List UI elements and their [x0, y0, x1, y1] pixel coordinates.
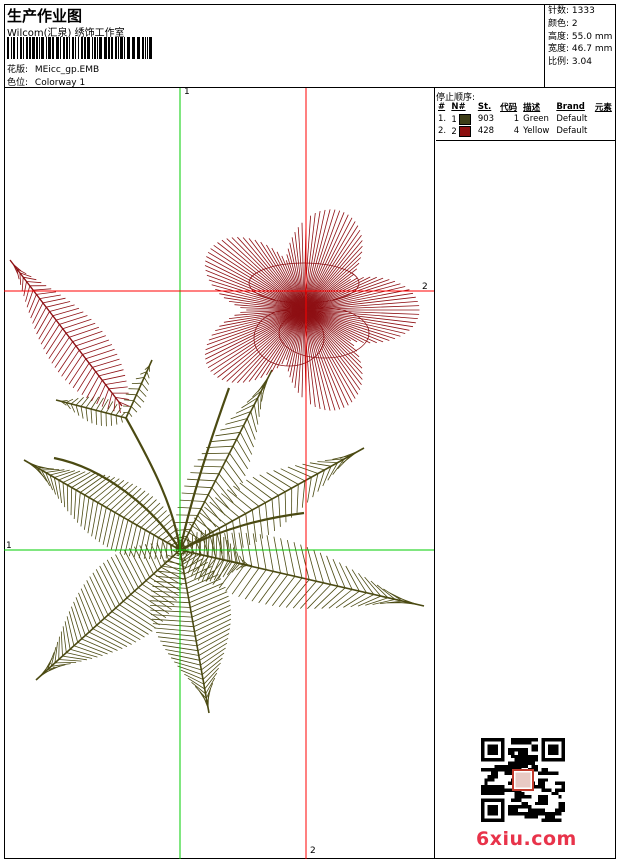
row-desc: Green — [523, 114, 549, 124]
row-desc: Yellow — [523, 126, 550, 136]
stat-colors: 颜色: 2 — [548, 18, 612, 31]
colorway-label: 色位: — [7, 78, 29, 88]
stat-value: 3.04 — [571, 57, 592, 68]
stat-value: 46.7 mm — [571, 44, 613, 55]
table-divider — [436, 140, 616, 141]
embroidery-artwork — [4, 88, 434, 859]
stat-value: 55.0 mm — [571, 31, 613, 42]
col-header: 描述 — [523, 102, 541, 113]
guide-label-v2: 2 — [310, 846, 316, 856]
col-header: St. — [477, 101, 492, 112]
stat-value: 1333 — [571, 6, 595, 16]
page-title: 生产作业图 — [7, 7, 83, 25]
site-logo: 6xiu.com — [476, 828, 577, 850]
design-line: 花版: MEicc_gp.EMB — [7, 62, 99, 75]
stat-label: 比例: — [548, 57, 570, 68]
stat-label: 宽度: — [548, 44, 570, 55]
row-n: 1 — [449, 113, 476, 125]
stat-height: 高度: 55.0 mm — [548, 31, 612, 44]
guide-label-v1: 1 — [184, 88, 190, 97]
row-element — [593, 125, 616, 137]
design-label: 花版: — [7, 65, 29, 75]
row-num: 1. — [438, 114, 447, 124]
stat-value: 2 — [571, 18, 578, 29]
stat-label: 针数: — [548, 6, 570, 16]
table-row: 2. 2 428 4 Yellow Default — [436, 125, 616, 137]
table-row: 1. 1 903 1 Green Default — [436, 113, 616, 125]
row-num: 2. — [438, 126, 447, 136]
stat-width: 宽度: 46.7 mm — [548, 43, 612, 56]
guide-label-h2: 2 — [422, 282, 428, 292]
row-stitches: 428 — [477, 126, 495, 136]
barcode — [7, 37, 152, 59]
col-header: Brand — [556, 101, 585, 112]
row-n: 2 — [449, 125, 476, 137]
stat-stitches: 针数: 1333 — [548, 5, 612, 18]
row-brand: Default — [556, 126, 588, 136]
stat-label: 颜色: — [548, 18, 570, 29]
header: 生产作业图 Wilcom(汇泉) 绣饰工作室 花版: MEicc_gp.EMB … — [4, 4, 616, 88]
stop-sequence-table: # N# St. 代码 描述 Brand 元素 1. 1 903 1 Green… — [436, 100, 616, 137]
color-swatch — [459, 113, 472, 125]
design-stats: 针数: 1333 颜色: 2 高度: 55.0 mm 宽度: 46.7 mm 比… — [548, 5, 612, 69]
col-header: 元素 — [594, 102, 612, 113]
row-n-value: 2 — [451, 126, 457, 137]
header-info: 生产作业图 Wilcom(汇泉) 绣饰工作室 花版: MEicc_gp.EMB … — [4, 4, 545, 88]
table-header-row: # N# St. 代码 描述 Brand 元素 — [436, 100, 616, 113]
col-header: # — [438, 101, 446, 112]
row-brand: Default — [556, 114, 588, 124]
design-name: MEicc_gp.EMB — [34, 65, 100, 75]
row-n-value: 1 — [451, 114, 457, 125]
stat-label: 高度: — [548, 31, 570, 42]
row-code: 1 — [513, 114, 520, 124]
guide-label-h1: 1 — [6, 541, 12, 551]
col-header: 代码 — [500, 102, 518, 113]
stat-ratio: 比例: 3.04 — [548, 56, 612, 69]
row-stitches: 903 — [477, 114, 495, 124]
design-preview: 1 2 1 2 — [4, 88, 435, 859]
qr-code — [481, 738, 565, 822]
color-swatch — [459, 125, 472, 137]
colorway-name: Colorway 1 — [34, 78, 86, 88]
row-code: 4 — [513, 126, 520, 136]
row-element — [593, 113, 616, 125]
colorway-line: 色位: Colorway 1 — [7, 75, 85, 88]
col-header: N# — [451, 101, 466, 112]
